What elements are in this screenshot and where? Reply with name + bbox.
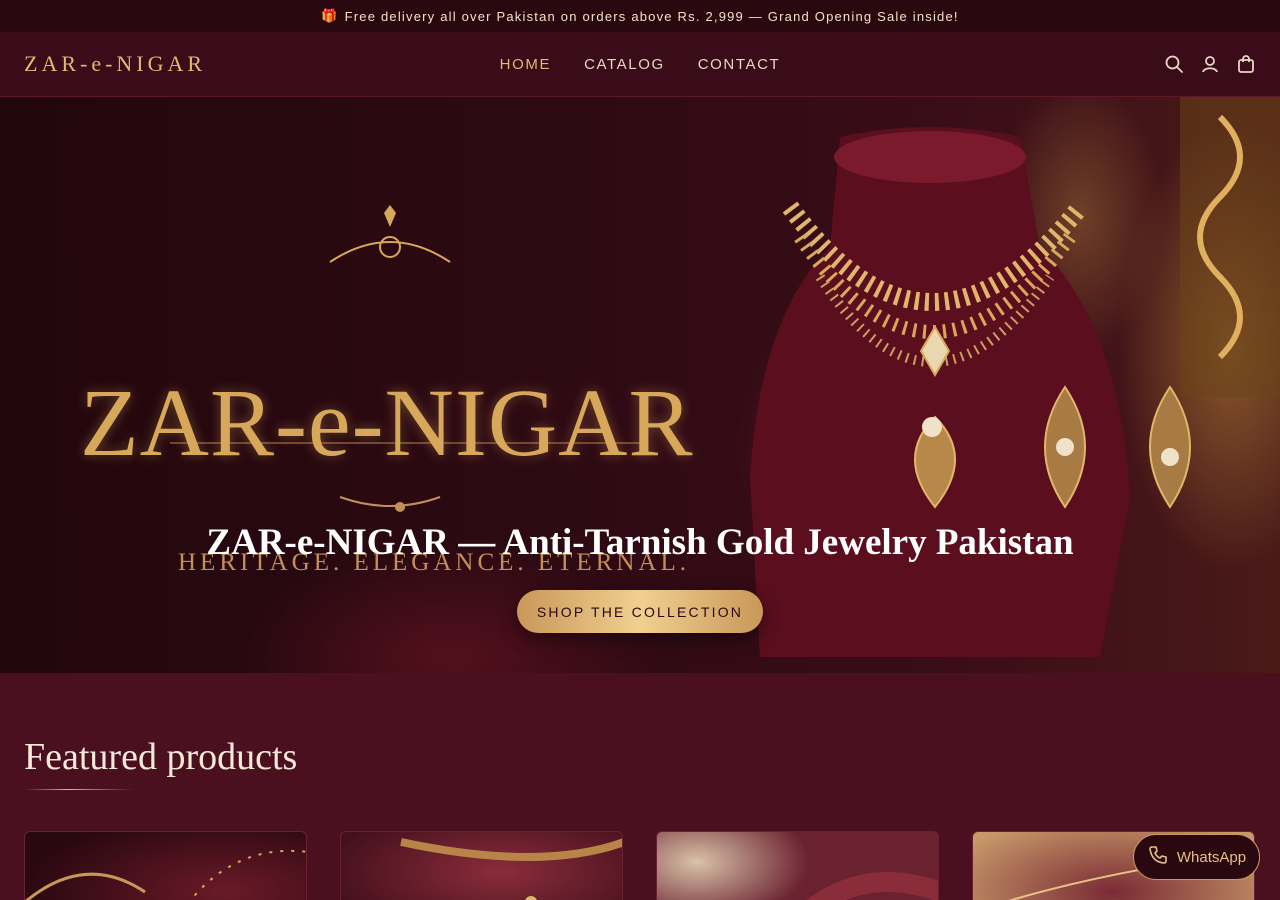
site-header: ZAR-e-NIGAR HOME CATALOG CONTACT [0, 32, 1280, 97]
whatsapp-label: WhatsApp [1176, 848, 1247, 866]
product-card[interactable] [656, 831, 939, 900]
search-icon[interactable] [1164, 54, 1184, 74]
hero-brand-wordmark: ZAR-e-NIGAR [80, 369, 694, 476]
phone-icon [1147, 844, 1169, 870]
announcement-bar: 🎁 Free delivery all over Pakistan on ord… [0, 0, 1280, 32]
account-icon[interactable] [1200, 54, 1220, 74]
hero-banner: ZAR-e-NIGAR HERITAGE. ELEGANCE. ETERNAL.… [0, 97, 1280, 673]
whatsapp-button[interactable]: WhatsApp [1133, 834, 1260, 880]
product-image [25, 849, 306, 900]
product-image [400, 838, 622, 900]
logo[interactable]: ZAR-e-NIGAR [24, 51, 206, 77]
announcement-text: Free delivery all over Pakistan on order… [344, 8, 959, 24]
featured-products-section: Featured products [0, 673, 1280, 900]
product-image [807, 872, 938, 900]
nav-catalog[interactable]: CATALOG [584, 56, 665, 73]
section-heading: Featured products [24, 736, 298, 778]
hero-title: ZAR-e-NIGAR — Anti-Tarnish Gold Jewelry … [206, 522, 1074, 563]
product-card[interactable] [340, 831, 623, 900]
nav-home[interactable]: HOME [500, 56, 551, 73]
product-card[interactable] [24, 831, 307, 900]
shop-collection-button[interactable]: SHOP THE COLLECTION [517, 590, 763, 633]
cart-icon[interactable] [1236, 54, 1256, 74]
gift-icon: 🎁 [321, 8, 339, 23]
nav-contact[interactable]: CONTACT [698, 56, 781, 73]
header-icons [1164, 54, 1256, 74]
heading-divider [24, 789, 134, 790]
